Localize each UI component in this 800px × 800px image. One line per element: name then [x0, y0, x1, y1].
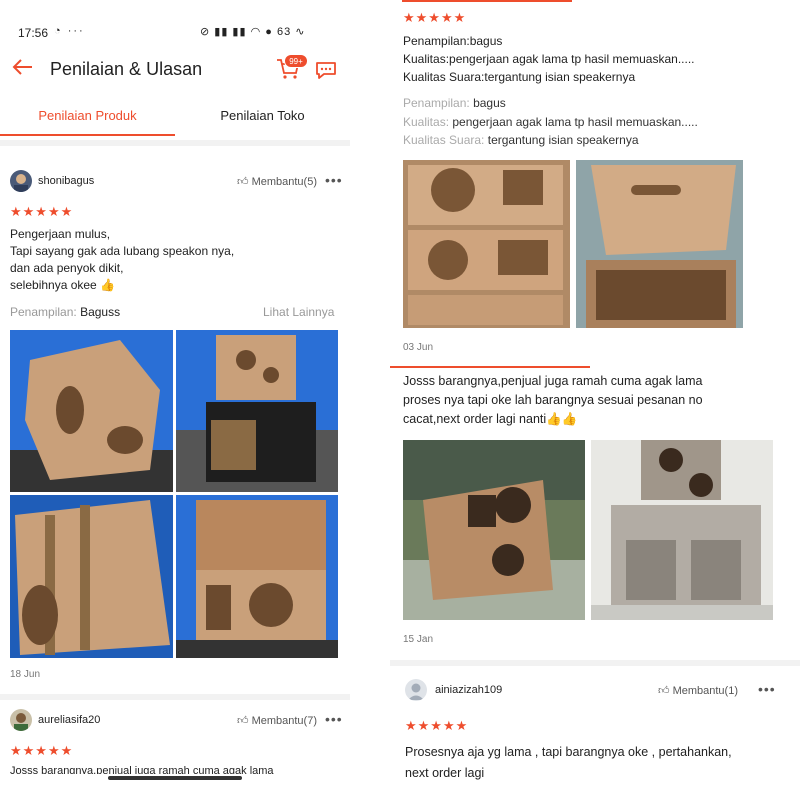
review-text: Penampilan:bagus Kualitas:pengerjaan aga…: [403, 34, 695, 84]
meta-label: Kualitas:: [403, 115, 450, 129]
review-date: 03 Jun: [403, 342, 434, 353]
helpful-count: Membantu(7): [251, 715, 317, 727]
left-screenshot: 17:56 ◔ ··· ⊘ ▮▮ ▮▮ ◠ ● 63 ∿ Penilaian &…: [0, 0, 350, 800]
home-indicator: [108, 776, 242, 780]
page-title: Penilaian & Ulasan: [50, 59, 203, 79]
more-icon[interactable]: •••: [758, 681, 776, 697]
thumbs-up-icon: 👍︎: [237, 176, 249, 188]
notification-icons: ◔ ···: [54, 25, 85, 37]
review-photo[interactable]: [403, 160, 570, 328]
meta-value: pengerjaan agak lama tp hasil memuaskan.…: [452, 115, 698, 129]
review-photo[interactable]: [403, 440, 585, 620]
review-date: 18 Jun: [10, 669, 41, 680]
review-photo[interactable]: [176, 330, 338, 492]
thumbs-up-icon: 👍︎: [658, 685, 670, 697]
meta-label: Penampilan:: [403, 96, 470, 110]
username[interactable]: shonibagus: [38, 175, 94, 187]
review-text: Josss barangnya,penjual juga ramah cuma …: [10, 766, 274, 774]
meta-value: bagus: [473, 96, 506, 110]
review-card: shonibagus 👍︎ Membantu(5) ••• ★★★★★ Peng…: [0, 160, 350, 690]
sound-quality-line: Kualitas Suara: tergantung isian speaker…: [403, 131, 639, 149]
helpful-button[interactable]: 👍︎ Membantu(7): [237, 714, 317, 727]
review-photos: [403, 160, 743, 328]
see-more-link[interactable]: Lihat Lainnya: [263, 305, 334, 319]
review-photos: [10, 330, 338, 658]
battery-level: 63: [276, 26, 292, 38]
star-rating: ★★★★★: [403, 10, 467, 25]
thumbs-up-icon: 👍︎: [237, 715, 249, 727]
appearance-line: Penampilan: bagus: [403, 94, 506, 112]
avatar[interactable]: [10, 709, 32, 731]
appearance-label: Penampilan:: [10, 305, 77, 319]
helpful-button[interactable]: 👍︎ Membantu(5): [237, 175, 317, 188]
system-icons: ⊘ ▮▮ ▮▮ ◠ ● 63 ∿: [200, 26, 306, 38]
review-photo[interactable]: [176, 495, 338, 658]
app-header: Penilaian & Ulasan 99+: [0, 52, 350, 86]
review-photos: [403, 440, 773, 620]
review-photo[interactable]: [576, 160, 743, 328]
status-time: 17:56: [18, 26, 49, 40]
divider: [390, 366, 590, 368]
avatar[interactable]: [405, 679, 427, 701]
helpful-count: Membantu(1): [672, 685, 738, 697]
helpful-button[interactable]: 👍︎ Membantu(1): [658, 684, 738, 697]
divider: [0, 140, 350, 146]
status-bar: 17:56 ◔ ··· ⊘ ▮▮ ▮▮ ◠ ● 63 ∿: [0, 22, 350, 44]
back-arrow-icon[interactable]: [10, 54, 36, 80]
tab-shop-reviews[interactable]: Penilaian Toko: [175, 104, 350, 136]
chat-icon[interactable]: [314, 60, 338, 80]
review-photo[interactable]: [10, 330, 173, 492]
tab-product-reviews[interactable]: Penilaian Produk: [0, 104, 175, 136]
review-card: aureliasifa20 👍︎ Membantu(7) ••• ★★★★★ J…: [0, 700, 350, 780]
divider: [402, 0, 572, 2]
meta-value: tergantung isian speakernya: [487, 133, 639, 147]
review-tabs: Penilaian Produk Penilaian Toko: [0, 104, 350, 136]
helpful-count: Membantu(5): [251, 176, 317, 188]
avatar[interactable]: [10, 170, 32, 192]
username[interactable]: aureliasifa20: [38, 714, 100, 726]
appearance-line: Penampilan: Baguss: [10, 305, 120, 319]
divider: [390, 660, 800, 666]
appearance-value: Baguss: [80, 305, 121, 319]
cart-badge: 99+: [284, 54, 308, 68]
review-photo[interactable]: [10, 495, 173, 658]
review-photo[interactable]: [591, 440, 773, 620]
review-text: Prosesnya aja yg lama , tapi barangnya o…: [405, 745, 732, 780]
quality-line: Kualitas: pengerjaan agak lama tp hasil …: [403, 113, 698, 131]
star-rating: ★★★★★: [10, 204, 74, 219]
star-rating: ★★★★★: [10, 743, 74, 758]
more-icon[interactable]: •••: [325, 172, 343, 188]
star-rating: ★★★★★: [405, 718, 469, 733]
review-text: Pengerjaan mulus, Tapi sayang gak ada lu…: [10, 227, 235, 292]
review-date: 15 Jan: [403, 634, 434, 645]
review-text: Josss barangnya,penjual juga ramah cuma …: [403, 374, 703, 426]
more-icon[interactable]: •••: [325, 711, 343, 727]
username[interactable]: ainiazizah109: [435, 684, 502, 696]
right-screenshot: ★★★★★ Penampilan:bagus Kualitas:pengerja…: [390, 0, 800, 800]
meta-label: Kualitas Suara:: [403, 133, 485, 147]
